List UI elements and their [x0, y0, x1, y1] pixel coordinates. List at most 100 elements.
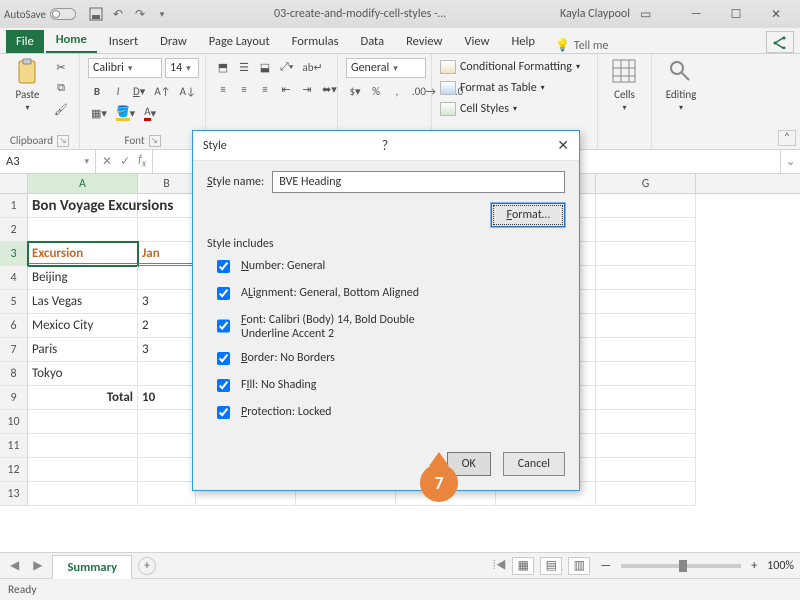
tab-home[interactable]: Home [46, 28, 97, 53]
col-header-G[interactable]: G [596, 174, 696, 193]
copy-button[interactable]: ⧉ [51, 79, 71, 97]
zoom-in-button[interactable]: + [747, 559, 761, 573]
cell-A2[interactable] [28, 218, 138, 242]
number-format-select[interactable]: General▾ [346, 58, 426, 78]
row-header-13[interactable]: 13 [0, 482, 28, 506]
decrease-indent-button[interactable]: ⇤ [277, 80, 295, 98]
cell-G13[interactable] [596, 482, 696, 506]
cancel-formula-icon[interactable]: ✕ [102, 154, 112, 169]
dialog-title-bar[interactable]: Style ? ✕ [193, 131, 579, 161]
normal-view-button[interactable]: ▦ [512, 557, 534, 575]
protection-checkbox[interactable]: Protection: Locked [213, 405, 565, 422]
format-as-table-button[interactable]: Format as Table▾ [440, 79, 545, 97]
tab-data[interactable]: Data [351, 30, 395, 53]
cell-B1[interactable] [138, 194, 196, 218]
align-bottom-button[interactable]: ⬓ [256, 58, 274, 76]
cell-A9[interactable]: Total [28, 386, 138, 410]
tab-page-layout[interactable]: Page Layout [199, 30, 280, 53]
cell-A6[interactable]: Mexico City [28, 314, 138, 338]
collapse-ribbon-button[interactable]: ˄ [778, 130, 796, 146]
sheet-nav-prev[interactable]: ◀ [6, 558, 23, 573]
cell-A8[interactable]: Tokyo [28, 362, 138, 386]
cell-G1[interactable] [596, 194, 696, 218]
undo-icon[interactable]: ↶ [110, 6, 126, 22]
font-check-input[interactable] [217, 314, 230, 338]
col-header-A[interactable]: A [28, 174, 138, 193]
cell-A5[interactable]: Las Vegas [28, 290, 138, 314]
tab-formulas[interactable]: Formulas [282, 30, 349, 53]
format-painter-button[interactable]: 🖌 [51, 100, 71, 118]
fill-color-button[interactable]: 🪣▾ [113, 104, 138, 122]
percent-button[interactable]: % [367, 82, 385, 100]
redo-icon[interactable]: ↷ [132, 6, 148, 22]
tab-insert[interactable]: Insert [99, 30, 148, 53]
align-middle-button[interactable]: ☰ [235, 58, 253, 76]
cell-G11[interactable] [596, 434, 696, 458]
cell-A11[interactable] [28, 434, 138, 458]
share-button[interactable] [766, 31, 794, 53]
scroll-first-icon[interactable]: ⦙◀ [493, 559, 506, 573]
cell-B6[interactable]: 2 [138, 314, 196, 338]
increase-font-button[interactable]: A↑ [151, 82, 173, 100]
tab-review[interactable]: Review [396, 30, 452, 53]
comma-button[interactable]: , [388, 82, 406, 100]
cell-styles-button[interactable]: Cell Styles▾ [440, 100, 517, 118]
merge-button[interactable]: ⬌▾ [319, 80, 340, 98]
cell-G2[interactable] [596, 218, 696, 242]
cell-B9[interactable]: 10 [138, 386, 196, 410]
sheet-nav-next[interactable]: ▶ [29, 558, 46, 573]
autosave-toggle[interactable] [50, 8, 76, 20]
tab-help[interactable]: Help [502, 30, 545, 53]
row-header-5[interactable]: 5 [0, 290, 28, 314]
font-name-select[interactable]: Calibri▾ [88, 58, 162, 78]
row-header-7[interactable]: 7 [0, 338, 28, 362]
zoom-out-button[interactable]: — [596, 559, 615, 573]
row-header-9[interactable]: 9 [0, 386, 28, 410]
wrap-text-button[interactable]: ab↵ [299, 58, 325, 76]
tab-file[interactable]: File [6, 30, 44, 53]
cell-A3[interactable]: Excursion [28, 242, 138, 266]
cell-B13[interactable] [138, 482, 196, 506]
align-top-button[interactable]: ⬒ [214, 58, 232, 76]
font-color-button[interactable]: A▾ [141, 104, 159, 122]
cell-G6[interactable] [596, 314, 696, 338]
zoom-slider[interactable] [621, 564, 741, 568]
qat-dropdown-icon[interactable]: ▾ [154, 6, 170, 22]
minimize-button[interactable]: — [676, 0, 716, 28]
font-launcher[interactable]: ↘ [149, 135, 161, 147]
protection-check-input[interactable] [217, 406, 230, 419]
cell-G4[interactable] [596, 266, 696, 290]
alignment-check-input[interactable] [217, 287, 230, 300]
cell-G12[interactable] [596, 458, 696, 482]
paste-button[interactable]: Paste ▾ [8, 58, 47, 113]
enter-formula-icon[interactable]: ✓ [120, 154, 130, 169]
row-header-6[interactable]: 6 [0, 314, 28, 338]
number-checkbox[interactable]: Number: General [213, 259, 565, 276]
decrease-font-button[interactable]: A↓ [177, 82, 199, 100]
cell-B7[interactable]: 3 [138, 338, 196, 362]
maximize-button[interactable]: ☐ [716, 0, 756, 28]
number-check-input[interactable] [217, 260, 230, 273]
cell-B4[interactable] [138, 266, 196, 290]
bold-button[interactable]: B [88, 82, 106, 100]
col-header-B[interactable]: B [138, 174, 196, 193]
font-size-select[interactable]: 14▾ [165, 58, 199, 78]
currency-button[interactable]: $▾ [346, 82, 364, 100]
borders-button[interactable]: ▦▾ [88, 104, 110, 122]
page-layout-view-button[interactable]: ▤ [540, 557, 562, 575]
cell-B10[interactable] [138, 410, 196, 434]
fx-icon[interactable]: fx [138, 153, 146, 169]
tab-draw[interactable]: Draw [150, 30, 197, 53]
zoom-value[interactable]: 100% [767, 559, 794, 573]
italic-button[interactable]: I [109, 82, 127, 100]
row-header-8[interactable]: 8 [0, 362, 28, 386]
cell-B12[interactable] [138, 458, 196, 482]
align-center-button[interactable]: ≡ [235, 80, 253, 98]
cell-B3[interactable]: Jan [138, 242, 196, 266]
tab-view[interactable]: View [454, 30, 499, 53]
increase-indent-button[interactable]: ⇥ [298, 80, 316, 98]
save-icon[interactable] [88, 6, 104, 22]
add-sheet-button[interactable]: + [138, 557, 156, 575]
cell-A10[interactable] [28, 410, 138, 434]
cell-A4[interactable]: Beijing [28, 266, 138, 290]
